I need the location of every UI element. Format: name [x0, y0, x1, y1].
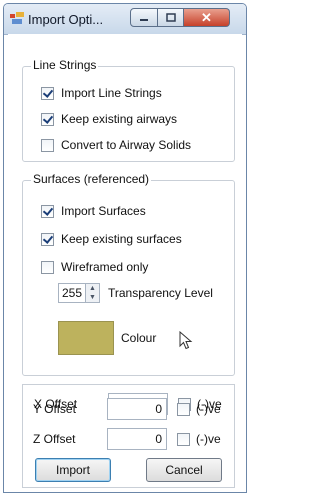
surfaces-title: Surfaces (referenced): [31, 172, 152, 186]
z-offset-negative-checkbox[interactable]: [177, 433, 190, 446]
maximize-button[interactable]: [158, 8, 184, 27]
spin-down-icon[interactable]: ▼: [86, 293, 99, 302]
keep-existing-airways-label: Keep existing airways: [61, 112, 178, 126]
y-offset-input[interactable]: 0: [107, 398, 167, 420]
spin-up-icon[interactable]: ▲: [86, 284, 99, 293]
line-strings-title: Line Strings: [31, 58, 99, 72]
minimize-icon: [140, 18, 148, 21]
dialog-body: Line Strings Import Line Strings Keep ex…: [8, 34, 242, 488]
import-line-strings-option[interactable]: Import Line Strings: [41, 85, 162, 101]
z-offset-label: Z Offset: [33, 432, 76, 446]
app-icon: [10, 12, 24, 24]
wireframed-only-label: Wireframed only: [61, 260, 149, 274]
cancel-button[interactable]: Cancel: [146, 458, 222, 482]
y-offset-label: Y Offset: [33, 402, 76, 416]
y-offset-negative-label: (-)ve: [196, 402, 221, 416]
maximize-icon: [165, 13, 176, 22]
keep-existing-surfaces-checkbox[interactable]: [41, 232, 54, 246]
line-strings-group: Line Strings Import Line Strings Keep ex…: [22, 58, 235, 162]
convert-airway-solids-option[interactable]: Convert to Airway Solids: [41, 137, 191, 153]
import-surfaces-option[interactable]: Import Surfaces: [41, 203, 146, 219]
minimize-button[interactable]: [130, 8, 158, 27]
z-offset-input[interactable]: 0: [107, 428, 167, 450]
close-icon: ✕: [201, 9, 212, 25]
keep-existing-surfaces-label: Keep existing surfaces: [61, 232, 182, 246]
keep-existing-airways-option[interactable]: Keep existing airways: [41, 111, 177, 127]
window-title: Import Opti...: [28, 12, 104, 27]
mouse-cursor-icon: [179, 331, 193, 350]
transparency-label: Transparency Level: [108, 286, 213, 300]
import-surfaces-checkbox[interactable]: [41, 204, 54, 218]
title-bar[interactable]: Import Opti... ✕: [4, 4, 246, 35]
import-surfaces-label: Import Surfaces: [61, 204, 146, 218]
convert-airway-solids-label: Convert to Airway Solids: [61, 138, 192, 152]
transparency-spinner[interactable]: ▲ ▼: [86, 283, 100, 303]
transparency-input[interactable]: 255: [58, 283, 86, 303]
colour-label: Colour: [121, 331, 157, 345]
wireframed-only-checkbox[interactable]: [41, 260, 54, 274]
convert-airway-solids-checkbox[interactable]: [41, 138, 54, 152]
import-line-strings-label: Import Line Strings: [61, 86, 162, 100]
import-button[interactable]: Import: [35, 458, 111, 482]
surfaces-group: Surfaces (referenced) Import Surfaces Ke…: [22, 172, 235, 376]
wireframed-only-option[interactable]: Wireframed only: [41, 259, 148, 275]
y-offset-negative-checkbox[interactable]: [177, 403, 190, 416]
colour-swatch-button[interactable]: [58, 321, 114, 355]
keep-existing-surfaces-option[interactable]: Keep existing surfaces: [41, 231, 182, 247]
z-offset-negative-label: (-)ve: [196, 432, 221, 446]
import-line-strings-checkbox[interactable]: [41, 86, 54, 100]
import-options-window: Import Opti... ✕ Line Strings Import Lin…: [3, 3, 247, 493]
close-button[interactable]: ✕: [184, 8, 230, 27]
keep-existing-airways-checkbox[interactable]: [41, 112, 54, 126]
